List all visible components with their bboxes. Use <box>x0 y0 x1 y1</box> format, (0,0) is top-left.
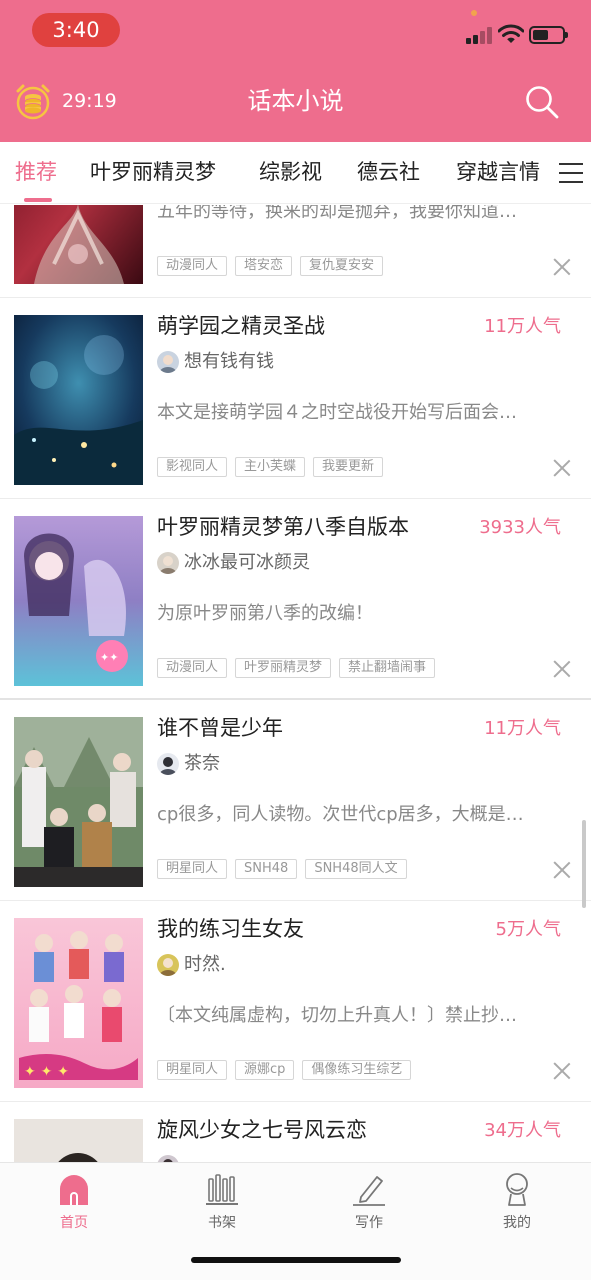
book-popularity: 3933人气 <box>479 517 561 538</box>
author-avatar <box>157 753 179 775</box>
book-card[interactable]: 旋风少女之七号风云恋 34万人气 <box>0 1103 591 1162</box>
book-author[interactable]: 冰冰最可冰颜灵 <box>184 549 310 577</box>
book-tag[interactable]: 禁止翻墙闹事 <box>339 658 436 678</box>
category-tabs: 推荐 叶罗丽精灵梦 综影视 德云社 穿越言情 <box>0 142 591 204</box>
book-description: cp很多，同人读物。次世代cp居多，大概是… <box>157 804 524 825</box>
active-tab-indicator <box>24 198 52 202</box>
nav-write-label: 写作 <box>355 1215 383 1231</box>
book-cover[interactable]: ✦ ✦ ✦ <box>14 918 143 1088</box>
scrollbar[interactable] <box>582 820 586 908</box>
book-tags: 明星同人 源娜cp 偶像练习生综艺 <box>157 1060 419 1080</box>
book-author[interactable]: 时然. <box>184 951 226 979</box>
status-time: 3:40 <box>32 13 120 47</box>
menu-icon[interactable] <box>559 162 583 184</box>
book-tag[interactable]: 明星同人 <box>157 1060 228 1080</box>
book-tag[interactable]: 动漫同人 <box>157 256 228 276</box>
camera-indicator-dot <box>471 10 477 16</box>
book-tag[interactable]: 偶像练习生综艺 <box>302 1060 412 1080</box>
svg-text:✦✦: ✦✦ <box>100 651 118 664</box>
reading-timer: 29:19 <box>62 90 117 112</box>
book-tag[interactable]: 复仇夏安安 <box>300 256 384 276</box>
book-tags: 明星同人 SNH48 SNH48同人文 <box>157 859 415 879</box>
book-cover[interactable] <box>14 717 143 887</box>
book-title[interactable]: 我的练习生女友 <box>157 914 304 944</box>
dismiss-icon[interactable] <box>553 459 571 477</box>
nav-profile[interactable]: 我的 <box>477 1171 557 1233</box>
wifi-icon <box>498 24 524 43</box>
dismiss-icon[interactable] <box>553 861 571 879</box>
book-tags: 影视同人 主小芙蝶 我要更新 <box>157 457 391 477</box>
book-description: 〔本文纯属虚构，切勿上升真人！〕禁止抄… <box>157 1005 517 1026</box>
book-cover[interactable] <box>14 315 143 485</box>
nav-write[interactable]: 写作 <box>329 1171 409 1233</box>
nav-bookshelf-label: 书架 <box>208 1215 236 1231</box>
book-tag[interactable]: 动漫同人 <box>157 658 228 678</box>
book-tag[interactable]: SNH48 <box>235 859 298 879</box>
book-author[interactable]: 茶奈 <box>184 750 220 778</box>
book-tags: 动漫同人 叶罗丽精灵梦 禁止翻墙闹事 <box>157 658 443 678</box>
alarm-coin-icon[interactable] <box>14 82 52 120</box>
tab-yeluoli[interactable]: 叶罗丽精灵梦 <box>90 157 216 187</box>
dismiss-icon[interactable] <box>553 660 571 678</box>
battery-icon <box>529 26 568 44</box>
book-popularity: 5万人气 <box>495 919 561 940</box>
book-title[interactable]: 旋风少女之七号风云恋 <box>157 1115 367 1145</box>
book-tag[interactable]: 叶罗丽精灵梦 <box>235 658 332 678</box>
app-header: 3:40 29:19 话本小说 <box>0 0 591 142</box>
author-avatar <box>157 351 179 373</box>
status-bar: 3:40 <box>0 0 591 62</box>
book-card[interactable]: 谁不曾是少年 11万人气 茶奈 cp很多，同人读物。次世代cp居多，大概是… 明… <box>0 701 591 901</box>
bookshelf-icon <box>206 1174 238 1205</box>
book-cover[interactable] <box>14 205 143 284</box>
book-title[interactable]: 萌学园之精灵圣战 <box>157 311 325 341</box>
dismiss-icon[interactable] <box>553 1062 571 1080</box>
book-title[interactable]: 叶罗丽精灵梦第八季自版本 <box>157 512 409 542</box>
pen-icon <box>353 1176 385 1206</box>
tab-recommend[interactable]: 推荐 <box>15 157 57 187</box>
book-tag[interactable]: 塔安恋 <box>235 256 293 276</box>
book-description: 五年的等待，换来的却是抛弃，我要你知道… <box>157 205 517 222</box>
tab-chuanyue-yanqing[interactable]: 穿越言情 <box>456 157 540 187</box>
nav-home-label: 首页 <box>60 1215 88 1231</box>
book-tag[interactable]: 我要更新 <box>313 457 384 477</box>
book-popularity: 34万人气 <box>484 1120 561 1141</box>
book-description: 为原叶罗丽第八季的改编！ <box>157 603 373 624</box>
book-tag[interactable]: 源娜cp <box>235 1060 295 1080</box>
book-card[interactable]: 五年的等待，换来的却是抛弃，我要你知道… 动漫同人 塔安恋 复仇夏安安 <box>0 205 591 298</box>
author-avatar <box>157 552 179 574</box>
book-tag[interactable]: 主小芙蝶 <box>235 457 306 477</box>
author-avatar <box>157 1155 179 1162</box>
book-author[interactable]: 想有钱有钱 <box>184 348 274 376</box>
cellular-signal-icon <box>466 26 494 44</box>
book-cover[interactable] <box>14 1119 143 1162</box>
book-tag[interactable]: 影视同人 <box>157 457 228 477</box>
nav-home[interactable]: 首页 <box>34 1171 114 1233</box>
tab-zongyingshi[interactable]: 综影视 <box>259 157 322 187</box>
book-title[interactable]: 谁不曾是少年 <box>157 713 283 743</box>
nav-profile-label: 我的 <box>503 1215 531 1231</box>
svg-text:✦ ✦ ✦: ✦ ✦ ✦ <box>24 1064 69 1080</box>
author-avatar <box>157 954 179 976</box>
book-tag[interactable]: SNH48同人文 <box>305 859 407 879</box>
book-cover[interactable]: ✦✦ <box>14 516 143 686</box>
book-card[interactable]: 萌学园之精灵圣战 11万人气 想有钱有钱 本文是接萌学园４之时空战役开始写后面会… <box>0 299 591 499</box>
book-tags: 动漫同人 塔安恋 复仇夏安安 <box>157 256 391 276</box>
book-tag[interactable]: 明星同人 <box>157 859 228 879</box>
profile-icon <box>506 1173 528 1206</box>
tab-deyunshe[interactable]: 德云社 <box>357 157 420 187</box>
home-indicator[interactable] <box>191 1257 401 1263</box>
book-card[interactable]: ✦ ✦ ✦ 我的练习生女友 5万人气 时然. 〔本文纯属虚构，切勿上升真人！〕禁… <box>0 902 591 1102</box>
book-description: 本文是接萌学园４之时空战役开始写后面会… <box>157 402 517 423</box>
dismiss-icon[interactable] <box>553 258 571 276</box>
nav-bookshelf[interactable]: 书架 <box>182 1171 262 1233</box>
book-popularity: 11万人气 <box>484 316 561 337</box>
book-feed[interactable]: 五年的等待，换来的却是抛弃，我要你知道… 动漫同人 塔安恋 复仇夏安安 萌学园之精灵… <box>0 205 591 1162</box>
search-icon[interactable] <box>524 84 560 120</box>
book-popularity: 11万人气 <box>484 718 561 739</box>
home-arch-icon <box>60 1175 88 1205</box>
book-card[interactable]: ✦✦ 叶罗丽精灵梦第八季自版本 3933人气 冰冰最可冰颜灵 为原叶罗丽第八季的… <box>0 500 591 700</box>
